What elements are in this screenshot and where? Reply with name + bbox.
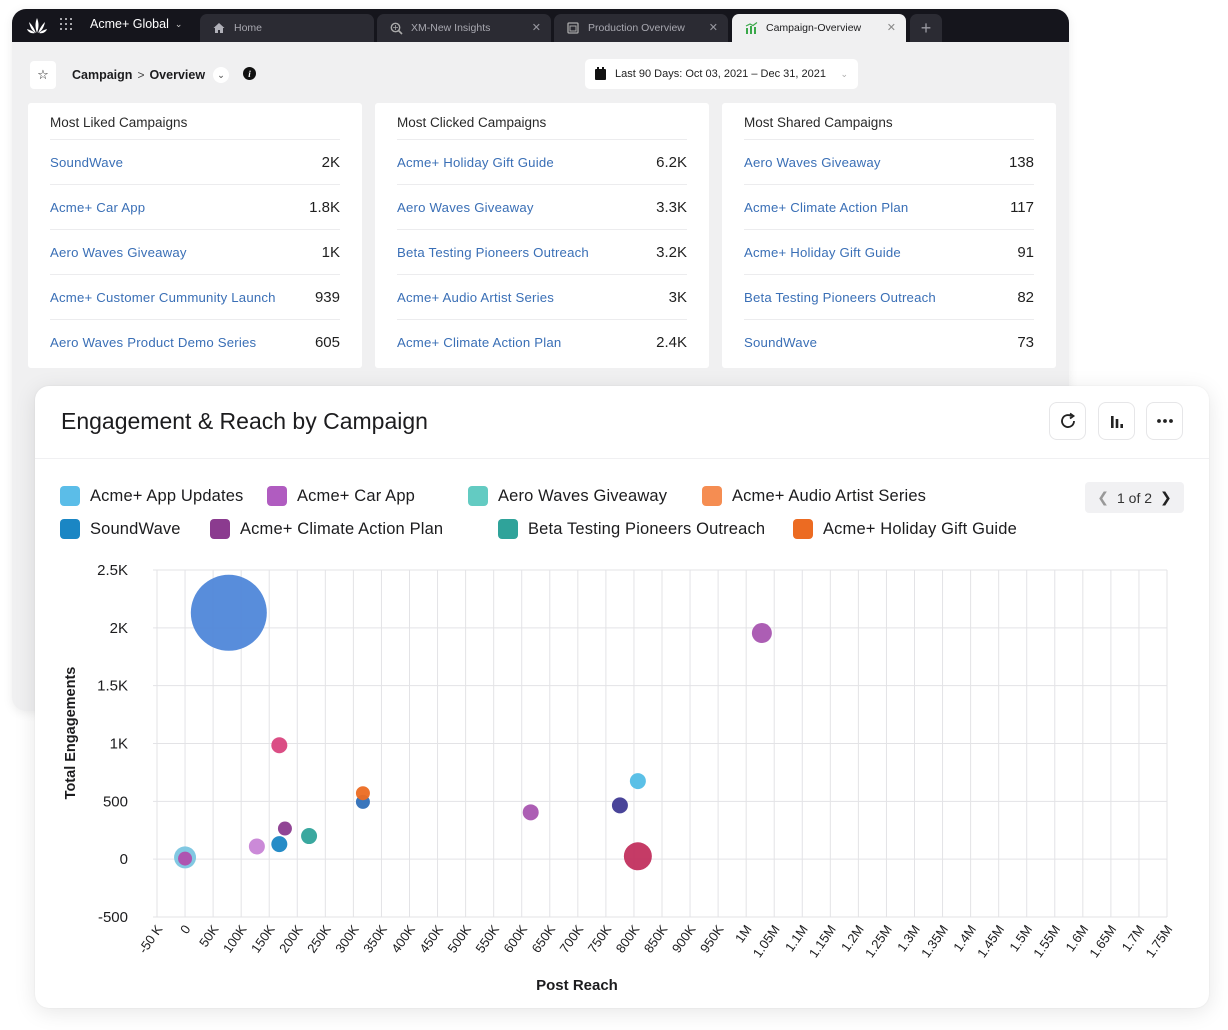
bubble[interactable] bbox=[629, 773, 646, 790]
x-tick-label: 1.15M bbox=[806, 922, 839, 960]
x-tick-label: 450K bbox=[416, 922, 446, 956]
bubble[interactable] bbox=[190, 574, 267, 651]
bubble[interactable] bbox=[271, 737, 288, 754]
y-tick-label: -500 bbox=[98, 909, 128, 926]
x-tick-label: 1.55M bbox=[1030, 922, 1063, 960]
x-tick-label: 900K bbox=[669, 922, 699, 956]
x-tick-label: 1.75M bbox=[1142, 922, 1175, 960]
y-tick-label: 500 bbox=[103, 793, 128, 810]
x-tick-label: 1.35M bbox=[918, 922, 951, 960]
x-tick-label: 50K bbox=[196, 922, 222, 950]
x-tick-label: 1.25M bbox=[862, 922, 895, 960]
x-tick-label: 1.65M bbox=[1086, 922, 1119, 960]
bubble[interactable] bbox=[355, 786, 370, 801]
bubble[interactable] bbox=[248, 838, 265, 855]
x-tick-label: 950K bbox=[697, 922, 727, 956]
x-tick-label: 600K bbox=[500, 922, 530, 956]
bubble[interactable] bbox=[522, 804, 539, 821]
bubble[interactable] bbox=[271, 836, 288, 853]
x-tick-label: 1.05M bbox=[750, 922, 783, 960]
y-tick-label: 1K bbox=[110, 736, 128, 753]
x-tick-label: 400K bbox=[388, 922, 418, 956]
x-tick-label: 500K bbox=[444, 922, 474, 956]
x-tick-label: 150K bbox=[248, 922, 278, 956]
y-tick-label: 1.5K bbox=[97, 678, 128, 695]
bubble[interactable] bbox=[623, 842, 652, 871]
y-tick-label: 0 bbox=[120, 851, 128, 868]
bubble-chart: 2.5K2K1.5K1K5000-500 -50 K 0 50K100K150K20… bbox=[63, 562, 1175, 994]
bubble[interactable] bbox=[178, 851, 193, 866]
x-tick-label: 250K bbox=[304, 922, 334, 956]
bubble[interactable] bbox=[277, 821, 292, 836]
x-tick-label: 350K bbox=[360, 922, 390, 956]
x-tick-label: 1.45M bbox=[974, 922, 1007, 960]
x-tick-label: 0 bbox=[177, 922, 193, 937]
x-tick-label: 750K bbox=[585, 922, 615, 956]
bubble[interactable] bbox=[751, 623, 772, 644]
x-tick-label: 650K bbox=[529, 922, 559, 956]
x-tick-label: 100K bbox=[220, 922, 250, 956]
x-tick-label: 800K bbox=[613, 922, 643, 956]
bubble[interactable] bbox=[301, 828, 318, 845]
x-tick-label: 700K bbox=[557, 922, 587, 956]
x-axis-title: Post Reach bbox=[536, 977, 618, 994]
y-axis-title: Total Engagements bbox=[63, 667, 79, 800]
y-tick-label: 2K bbox=[110, 620, 128, 637]
x-tick-label: -50 K bbox=[135, 922, 165, 956]
y-tick-label: 2.5K bbox=[97, 562, 128, 579]
bubble[interactable] bbox=[611, 797, 628, 814]
x-tick-label: 200K bbox=[276, 922, 306, 956]
x-tick-label: 1M bbox=[732, 922, 755, 945]
x-tick-label: 300K bbox=[332, 922, 362, 956]
x-tick-label: 550K bbox=[472, 922, 502, 956]
x-tick-label: 850K bbox=[641, 922, 671, 956]
